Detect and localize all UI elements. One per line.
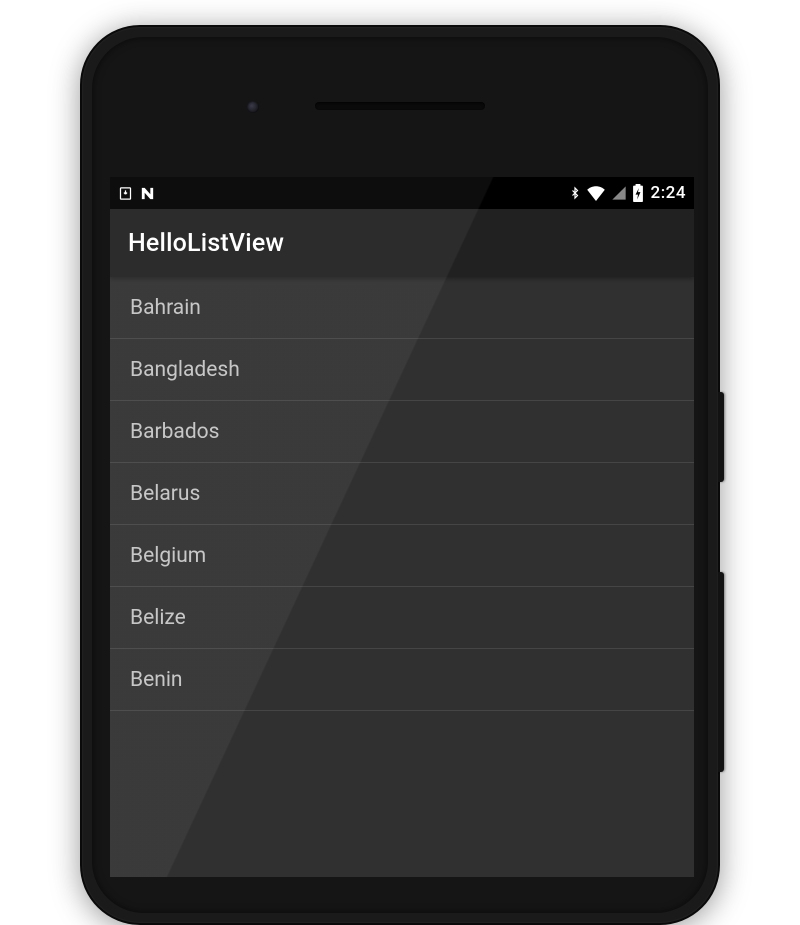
list-item[interactable]: Barbados <box>110 401 694 463</box>
bluetooth-icon <box>569 184 581 202</box>
android-n-icon <box>139 185 156 202</box>
volume-rocker <box>718 572 724 772</box>
status-right: 2:24 <box>569 183 686 203</box>
list-item-label: Bangladesh <box>130 358 240 382</box>
status-clock: 2:24 <box>651 183 686 203</box>
signal-icon <box>611 185 627 201</box>
list-item[interactable]: Belarus <box>110 463 694 525</box>
app-title: HelloListView <box>128 229 284 258</box>
device-frame: 2:24 HelloListView Bahrain Bangladesh Ba… <box>80 25 720 925</box>
power-button <box>718 392 724 482</box>
list-item-label: Barbados <box>130 420 220 444</box>
list-item-label: Belarus <box>130 482 200 506</box>
status-bar: 2:24 <box>110 177 694 209</box>
list-item[interactable]: Belgium <box>110 525 694 587</box>
list-item-label: Belize <box>130 606 186 630</box>
download-icon <box>118 186 133 201</box>
list-item-label: Belgium <box>130 544 206 568</box>
screen: 2:24 HelloListView Bahrain Bangladesh Ba… <box>110 177 694 877</box>
front-camera <box>247 101 259 113</box>
speaker-grille <box>315 102 485 110</box>
status-left <box>118 185 156 202</box>
list-item[interactable]: Belize <box>110 587 694 649</box>
list-item-label: Benin <box>130 668 183 692</box>
list-item[interactable]: Bahrain <box>110 277 694 339</box>
list-view[interactable]: Bahrain Bangladesh Barbados Belarus Belg… <box>110 277 694 711</box>
wifi-icon <box>586 185 606 201</box>
list-item-label: Bahrain <box>130 296 201 320</box>
list-item[interactable]: Bangladesh <box>110 339 694 401</box>
list-item[interactable]: Benin <box>110 649 694 711</box>
app-bar: HelloListView <box>110 209 694 277</box>
battery-charging-icon <box>632 184 644 202</box>
